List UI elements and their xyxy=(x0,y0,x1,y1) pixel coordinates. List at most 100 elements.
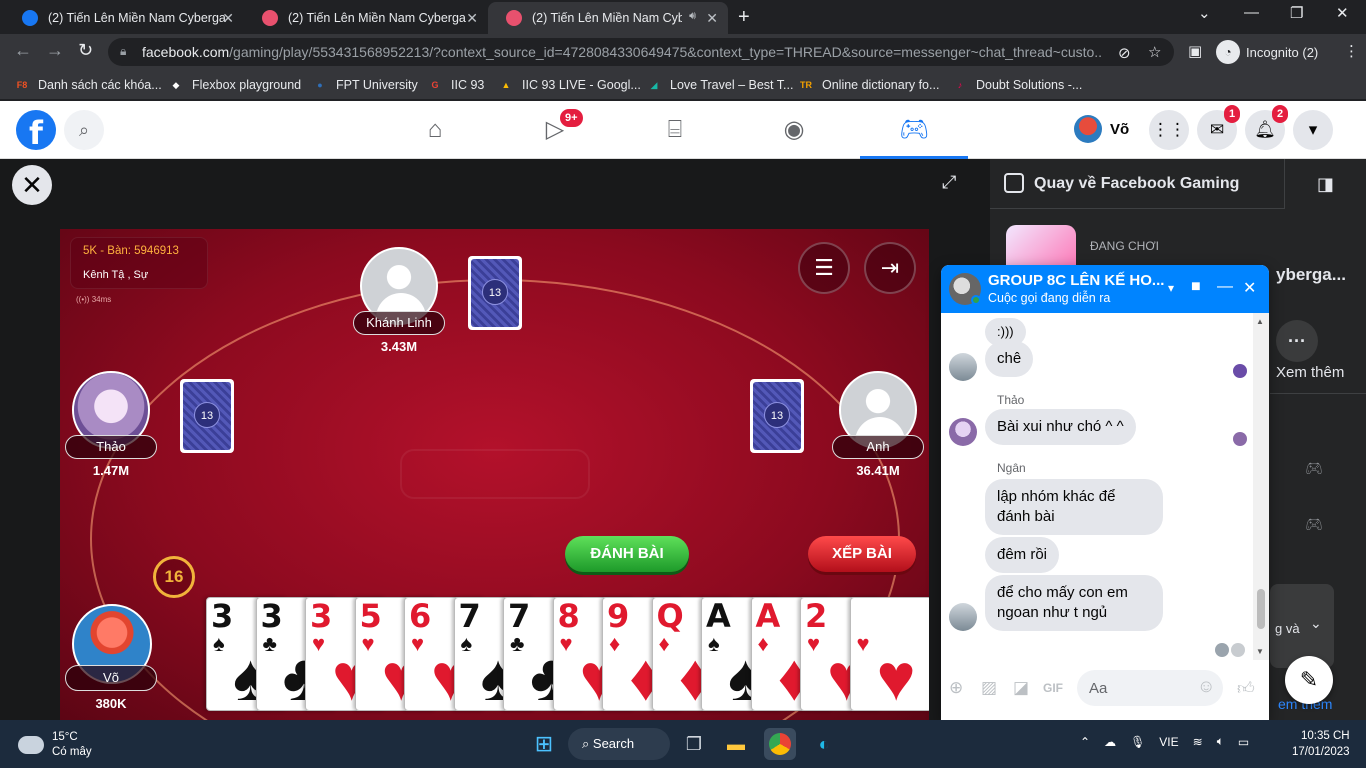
groups-icon[interactable]: ◉ xyxy=(740,101,848,159)
home-icon[interactable]: ⌂ xyxy=(381,101,489,159)
profile-shortcut[interactable]: Võ xyxy=(1074,115,1129,143)
windows-start-icon[interactable]: ⊞ xyxy=(528,728,560,760)
bookmark-item[interactable]: ♪ Doubt Solutions -... xyxy=(952,77,1083,93)
close-game-icon[interactable]: ✕ xyxy=(12,165,52,205)
message-list[interactable]: :))) chê Thảo Bài xui như chó ^ ^ Ngân l… xyxy=(941,313,1253,660)
card-suit-large: ♥ xyxy=(876,640,916,711)
speaker-icon[interactable]: 🔊︎ xyxy=(689,10,696,23)
sticker-icon[interactable]: ◪ xyxy=(1013,678,1029,698)
close-tab-icon[interactable]: ✕ xyxy=(706,10,718,27)
weather-widget[interactable]: 15°C Có mây xyxy=(18,730,92,760)
forward-arrow-icon[interactable]: → xyxy=(46,40,64,61)
bookmark-item[interactable]: ◢ Love Travel – Best T... xyxy=(646,77,794,93)
language-indicator[interactable]: VIE xyxy=(1159,735,1178,749)
microphone-icon[interactable]: 🎙︎ xyxy=(1130,735,1145,749)
like-thumb-icon[interactable]: 👍︎ xyxy=(1237,678,1255,699)
address-bar[interactable]: 🔒︎ facebook.com/gaming/play/553431568952… xyxy=(108,38,1174,66)
close-chat-icon[interactable]: ✕ xyxy=(1243,278,1256,298)
scroll-down-icon[interactable]: ▼ xyxy=(1256,647,1264,656)
close-tab-icon[interactable]: ✕ xyxy=(222,10,234,27)
gaming-icon[interactable]: 🎮︎ xyxy=(860,101,968,159)
bookmark-item[interactable]: G IIC 93 xyxy=(427,77,484,93)
image-icon[interactable]: ▨ xyxy=(981,678,997,698)
search-icon[interactable]: ⌕ xyxy=(64,110,104,150)
read-receipt xyxy=(1231,643,1245,657)
wifi-icon[interactable]: ≋ xyxy=(1193,735,1203,749)
chat-scrollbar[interactable]: ▲ ▼ xyxy=(1253,313,1269,660)
back-arrow-icon[interactable]: ← xyxy=(14,40,32,61)
player-money: 3.43M xyxy=(380,339,418,354)
chevron-down-icon[interactable]: ⌄ xyxy=(1310,615,1322,632)
marketplace-icon[interactable]: ⌸ xyxy=(621,101,729,159)
player-name: Anh xyxy=(832,435,924,459)
scroll-up-icon[interactable]: ▲ xyxy=(1256,317,1264,326)
opponent-card-stack: 13 xyxy=(750,379,804,453)
sort-cards-button[interactable]: XẾP BÀI xyxy=(808,536,916,572)
room-channel: Kênh Tậ , Sự xyxy=(83,269,149,281)
message-sender: Thảo xyxy=(997,393,1025,407)
bookmark-label: Flexbox playground xyxy=(192,78,302,92)
menu-grid-icon[interactable]: ⋮⋮ xyxy=(1149,110,1189,150)
chat-bubbles-icon[interactable]: ☰ xyxy=(798,242,850,294)
account-chevron-down-icon[interactable]: ▾ xyxy=(1293,110,1333,150)
notifications-badge: 2 xyxy=(1272,105,1289,123)
gamepad-icon[interactable]: 🎮︎ xyxy=(1305,460,1323,477)
tab-search-chevron-icon[interactable]: ⌄ xyxy=(1198,4,1211,22)
player-money: 1.47M xyxy=(92,463,130,478)
browser-tab-2[interactable]: (2) Tiến Lên Miền Nam Cybergam ✕ xyxy=(244,2,488,34)
meet-icon[interactable]: ☁ xyxy=(1104,735,1116,749)
plus-icon[interactable]: ⊕ xyxy=(949,678,963,698)
chevron-up-icon[interactable]: ⌃ xyxy=(1080,735,1090,749)
browser-tab-1[interactable]: (2) Tiến Lên Miền Nam Cybergam ✕ xyxy=(4,2,244,34)
back-to-gaming-header[interactable]: Quay về Facebook Gaming xyxy=(990,159,1284,209)
bookmark-star-icon[interactable]: ☆ xyxy=(1148,43,1161,61)
more-options-icon[interactable]: ··· xyxy=(1276,320,1318,362)
close-tab-icon[interactable]: ✕ xyxy=(466,10,478,27)
sender-avatar xyxy=(949,603,977,631)
incognito-profile-button[interactable]: ◔ Incognito (2) xyxy=(1216,40,1318,64)
playing-card[interactable]: ♥ ♥ xyxy=(849,597,929,711)
card-suit: ♣ xyxy=(510,631,525,656)
facebook-logo[interactable]: f xyxy=(16,110,56,152)
eye-off-icon[interactable]: ⊘ xyxy=(1118,44,1131,62)
video-call-icon[interactable]: ■ xyxy=(1191,278,1201,296)
browser-tab-3-active[interactable]: (2) Tiến Lên Miền Nam Cyber 🔊︎ ✕ xyxy=(488,2,728,34)
exit-icon[interactable]: ⇥ xyxy=(864,242,916,294)
side-panel-icon[interactable]: ▣ xyxy=(1188,42,1202,60)
bookmark-item[interactable]: ● FPT University xyxy=(312,77,417,93)
gamepad-icon[interactable]: 🎮︎ xyxy=(1305,516,1323,533)
bookmark-item[interactable]: TR Online dictionary fo... xyxy=(798,77,939,93)
new-message-edit-icon[interactable]: ✎ xyxy=(1285,656,1333,704)
file-explorer-icon[interactable]: ▬ xyxy=(720,728,752,760)
taskbar-search-button[interactable]: ⌕ Search xyxy=(568,728,670,760)
battery-icon[interactable]: ▭ xyxy=(1238,735,1249,749)
new-tab-button[interactable]: + xyxy=(738,6,750,29)
browser-menu-icon[interactable]: ⋮ xyxy=(1344,42,1359,60)
clock[interactable]: 10:35 CH 17/01/2023 xyxy=(1292,728,1350,760)
restore-window-icon[interactable]: ❐ xyxy=(1290,4,1303,22)
scrollbar-thumb[interactable] xyxy=(1257,589,1265,629)
minimize-window-icon[interactable]: — xyxy=(1244,4,1259,21)
play-cards-button[interactable]: ĐÁNH BÀI xyxy=(565,536,689,572)
chevron-down-icon[interactable]: ▾ xyxy=(1168,281,1174,295)
fullscreen-icon[interactable]: ⤢ xyxy=(942,172,956,193)
volume-icon[interactable]: 🔈︎ xyxy=(1217,734,1224,749)
task-view-icon[interactable]: ❐ xyxy=(678,728,710,760)
minimize-chat-icon[interactable]: — xyxy=(1217,278,1233,296)
gif-icon[interactable]: GIF xyxy=(1043,681,1063,695)
weather-description: Có mây xyxy=(52,746,92,758)
bookmark-travel-icon: ◢ xyxy=(650,80,658,90)
chrome-icon[interactable] xyxy=(764,728,796,760)
video-icon[interactable]: ▷ xyxy=(501,101,609,159)
facebook-top-nav: f ⌕ ⌂ ▷ 9+ ⌸ ◉ 🎮︎ Võ ⋮⋮ ✉ 1 🔔︎ 2 ▾ xyxy=(0,101,1366,159)
edge-icon[interactable]: ◐ xyxy=(808,728,840,760)
bookmarks-bar: F8 Danh sách các khóa... ◆ Flexbox playgro… xyxy=(0,70,1366,100)
reload-icon[interactable]: ↻ xyxy=(78,40,93,61)
collapse-sidebar-icon[interactable]: ◨ xyxy=(1284,159,1366,209)
bookmark-item[interactable]: ◆ Flexbox playground xyxy=(168,77,302,93)
bookmark-item[interactable]: ▲ IIC 93 LIVE - Googl... xyxy=(498,77,641,93)
chat-header[interactable]: GROUP 8C LÊN KẾ HO... ▾ Cuộc gọi đang di… xyxy=(941,265,1269,313)
emoji-icon[interactable]: ☺ xyxy=(1197,676,1215,697)
bookmark-item[interactable]: F8 Danh sách các khóa... xyxy=(14,77,162,93)
close-window-icon[interactable]: ✕ xyxy=(1336,4,1349,22)
